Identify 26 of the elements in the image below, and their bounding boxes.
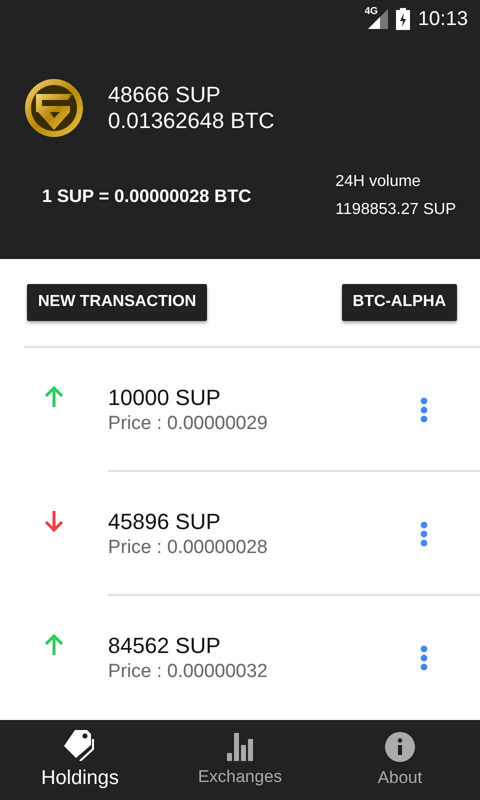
more-options-icon[interactable] (420, 396, 428, 423)
volume-value: 1198853.27 SUP (335, 200, 456, 220)
transaction-amount: 10000 SUP (108, 384, 222, 411)
transaction-price: Price : 0.00000028 (108, 536, 269, 559)
network-type: 4G (364, 6, 378, 17)
nav-tab[interactable]: Holdings (0, 720, 160, 800)
exchange-rate: 1 SUP = 0.00000028 BTC (42, 186, 252, 206)
transaction-price: Price : 0.00000029 (108, 412, 269, 435)
balance-btc: 0.01362648 BTC (108, 108, 274, 134)
nav-tab[interactable]: Exchanges (160, 720, 320, 800)
transaction-amount: 45896 SUP (108, 508, 222, 535)
balance-sup: 48666 SUP (108, 82, 222, 108)
tag-icon (63, 729, 97, 762)
transaction-price: Price : 0.00000032 (108, 660, 269, 683)
nav-tab[interactable]: About (320, 720, 480, 800)
more-options-icon[interactable] (420, 520, 428, 547)
volume-label: 24H volume (335, 172, 422, 192)
more-options-icon[interactable] (420, 644, 428, 671)
new-transaction-button[interactable]: NEW TRANSACTION (27, 284, 208, 321)
battery-charging-icon (396, 8, 410, 30)
bar-chart-icon (227, 732, 253, 761)
transaction-amount: 84562 SUP (108, 632, 222, 659)
coin-logo (24, 78, 84, 138)
status-time: 10:13 (418, 8, 468, 30)
exchange-button[interactable]: BTC-ALPHA (342, 284, 457, 321)
info-icon (385, 732, 415, 762)
